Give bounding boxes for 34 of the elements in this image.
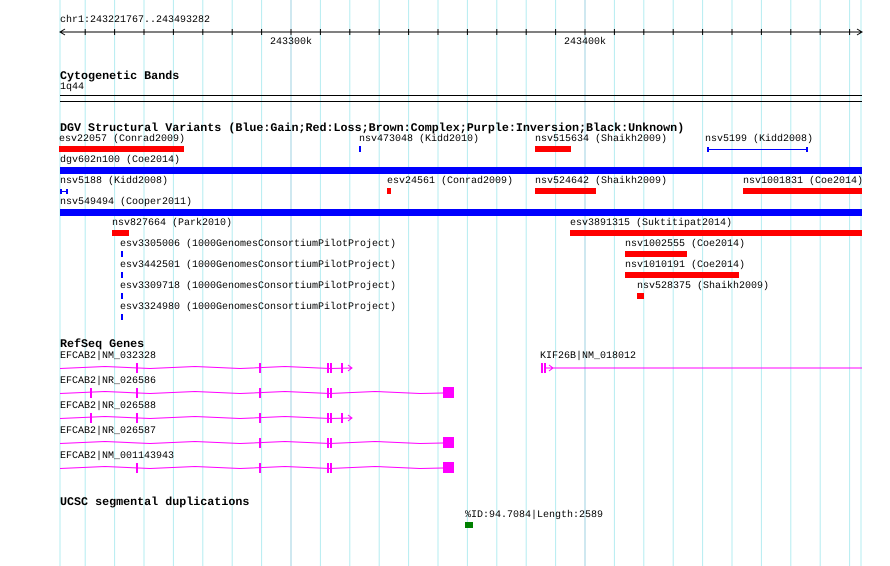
variant-label: nsv1001831 (Coe2014) [743, 177, 864, 187]
gene-label: EFCAB2|NR_026588 [60, 402, 156, 412]
track-title: Cytogenetic Bands [60, 70, 180, 82]
variant-label: nsv549494 (Cooper2011) [60, 198, 192, 208]
variant-label: nsv5188 (Kidd2008) [60, 177, 168, 187]
variant-label: dgv602n100 (Coe2014) [60, 156, 180, 166]
gene-label: EFCAB2|NR_026586 [60, 377, 156, 387]
track-title: DGV Structural Variants (Blue:Gain;Red:Loss;Brown:Complex;Purple:Inversion;Black:Unknown) [60, 122, 684, 134]
gene-label: EFCAB2|NM_032328 [60, 352, 156, 362]
gene-label: KIF26B|NM_018012 [540, 352, 636, 362]
variant-label: esv3324980 (1000GenomesConsortiumPilotProject) [120, 303, 396, 313]
track-title: RefSeq Genes [60, 338, 144, 350]
duplication-label: %ID:94.7084|Length:2589 [465, 511, 604, 521]
variant-label: nsv524642 (Shaikh2009) [535, 177, 668, 187]
gene-label: EFCAB2|NM_001143943 [60, 452, 174, 462]
variant-label: nsv1010191 (Coe2014) [625, 261, 746, 271]
variant-label: nsv5199 (Kidd2008) [705, 135, 814, 145]
variant-label: nsv515634 (Shaikh2009) [535, 135, 668, 145]
track-title: UCSC segmental duplications [60, 496, 250, 508]
gene-label: EFCAB2|NR_026587 [60, 427, 156, 437]
ruler-tick-label: 243300k [270, 37, 312, 48]
variant-label: esv24561 (Conrad2009) [387, 177, 514, 187]
variant-label: nsv473048 (Kidd2010) [359, 135, 480, 145]
position-label: chr1:243221767..243493282 [60, 15, 210, 27]
variant-label: nsv827664 (Park2010) [112, 219, 232, 229]
variant-label: esv3305006 (1000GenomesConsortiumPilotProject) [120, 240, 396, 250]
variant-label: esv3891315 (Suktitipat2014) [570, 219, 732, 229]
variant-label: nsv528375 (Shaikh2009) [637, 282, 770, 292]
ruler-tick-label: 243400k [564, 37, 606, 48]
variant-label: nsv1002555 (Coe2014) [625, 240, 746, 250]
variant-label: esv22057 (Conrad2009) [59, 135, 186, 145]
variant-label: esv3309718 (1000GenomesConsortiumPilotProject) [120, 282, 396, 292]
variant-label: esv3442501 (1000GenomesConsortiumPilotProject) [120, 261, 396, 271]
band-label: 1q44 [60, 83, 86, 93]
